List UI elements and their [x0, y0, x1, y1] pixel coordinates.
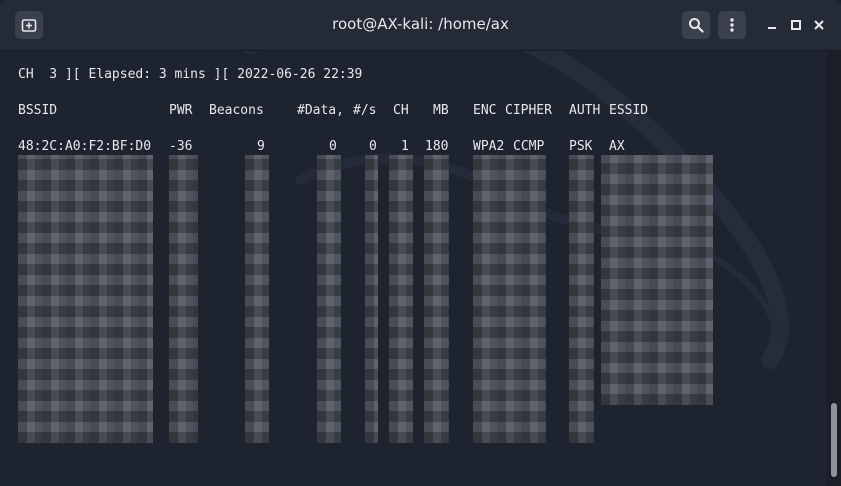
header-bssid: BSSID: [18, 103, 58, 118]
header-enc: ENC: [473, 103, 497, 118]
row-beacons: 9: [257, 139, 265, 154]
header-beacons: Beacons: [209, 103, 264, 118]
redacted-ch-column: [389, 155, 413, 443]
redacted-per-s-column: [365, 155, 378, 443]
airodump-status-line: CH 3 ][ Elapsed: 3 mins ][ 2022-06-26 22…: [18, 67, 363, 82]
menu-button[interactable]: [718, 11, 746, 39]
minimize-icon: [768, 27, 776, 29]
maximize-icon: [791, 20, 801, 30]
header-per-s: #/s: [353, 103, 377, 118]
header-essid: ESSID: [609, 103, 649, 118]
title-bar: root@AX-kali: /home/ax: [0, 0, 841, 51]
header-ch: CH: [393, 103, 409, 118]
header-data: #Data,: [297, 103, 344, 118]
header-auth: AUTH: [569, 103, 601, 118]
row-bssid: 48:2C:A0:F2:BF:D0: [18, 139, 152, 154]
redacted-enc-cipher-column: [473, 155, 546, 443]
redacted-mb-column: [424, 155, 449, 443]
maximize-button[interactable]: [788, 17, 804, 33]
close-button[interactable]: [811, 17, 827, 33]
window-title: root@AX-kali: /home/ax: [332, 15, 509, 33]
row-per-s: 0: [369, 139, 377, 154]
row-enc: WPA2: [473, 139, 505, 154]
search-button[interactable]: [682, 11, 710, 39]
row-ch: 1: [401, 139, 409, 154]
terminal-window: root@AX-kali: /home/ax CH 3][Elapsed: …: [0, 0, 841, 486]
terminal-scrollbar[interactable]: [827, 51, 841, 486]
kebab-menu-icon: [730, 18, 734, 32]
row-cipher: CCMP: [513, 139, 545, 154]
redacted-data-column: [317, 155, 341, 443]
scrollbar-thumb[interactable]: [831, 403, 837, 477]
row-essid: AX: [609, 139, 625, 154]
header-pwr: PWR: [169, 103, 193, 118]
row-data: 0: [329, 139, 337, 154]
row-pwr: -36: [169, 139, 193, 154]
redacted-essid-column: [601, 155, 713, 405]
redacted-pwr-column: [169, 155, 198, 443]
redacted-beacons-column: [245, 155, 269, 443]
redacted-bssid-column: [18, 155, 153, 443]
search-icon: [689, 18, 704, 33]
row-auth: PSK: [569, 139, 593, 154]
row-mb: 180: [425, 139, 449, 154]
header-mb: MB: [433, 103, 449, 118]
minimize-button[interactable]: [764, 17, 780, 33]
close-icon: [814, 20, 824, 30]
redacted-auth-column: [569, 155, 594, 443]
header-cipher: CIPHER: [505, 103, 552, 118]
